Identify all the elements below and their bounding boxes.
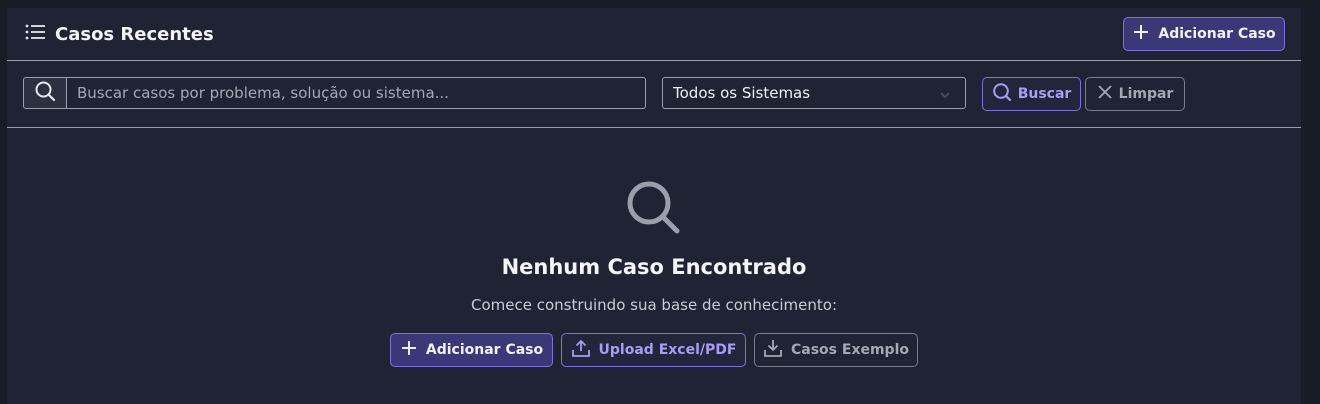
upload-icon [571, 338, 591, 362]
close-icon [1097, 84, 1113, 104]
filter-bar: Todos os Sistemas Buscar [7, 61, 1301, 128]
card-header: Casos Recentes Adicionar Caso [7, 8, 1301, 61]
search-button-label: Buscar [1017, 86, 1072, 102]
upload-button-label: Upload Excel/PDF [598, 342, 737, 358]
chevron-down-icon [939, 87, 951, 105]
search-button[interactable]: Buscar [982, 77, 1081, 111]
clear-button-label: Limpar [1118, 86, 1174, 102]
empty-add-case-button[interactable]: Adicionar Caso [390, 333, 553, 367]
add-case-button-label: Adicionar Caso [1158, 26, 1276, 42]
search-input[interactable] [67, 77, 646, 109]
search-icon [992, 82, 1012, 106]
empty-state: Nenhum Caso Encontrado Comece construind… [7, 128, 1301, 404]
example-cases-button[interactable]: Casos Exemplo [754, 333, 918, 367]
system-select-value: Todos os Sistemas [673, 84, 811, 102]
add-case-button[interactable]: Adicionar Caso [1123, 17, 1285, 51]
system-select[interactable]: Todos os Sistemas [662, 77, 966, 109]
page-title: Casos Recentes [55, 23, 214, 45]
upload-excel-pdf-button[interactable]: Upload Excel/PDF [561, 333, 746, 367]
plus-icon [1132, 23, 1150, 45]
clear-button[interactable]: Limpar [1085, 77, 1185, 111]
recent-cases-card: Casos Recentes Adicionar Caso Buscar cas… [7, 8, 1301, 404]
download-icon [763, 338, 783, 362]
search-addon [23, 77, 67, 109]
search-group [23, 77, 646, 109]
search-icon [624, 178, 684, 242]
empty-add-case-label: Adicionar Caso [425, 342, 544, 358]
empty-state-title: Nenhum Caso Encontrado [501, 255, 807, 279]
example-cases-label: Casos Exemplo [791, 342, 909, 358]
empty-state-subtitle: Comece construindo sua base de conhecime… [470, 296, 838, 314]
plus-icon [400, 339, 418, 361]
search-icon [34, 80, 56, 106]
title-group: Casos Recentes [24, 23, 214, 45]
list-icon [24, 23, 46, 45]
